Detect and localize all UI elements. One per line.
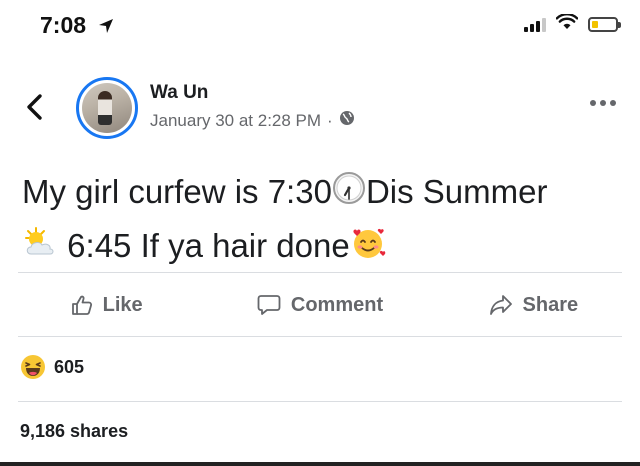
globe-icon	[339, 110, 355, 131]
more-dot	[600, 100, 606, 106]
divider	[18, 401, 622, 402]
post-text-part: Dis Summer	[365, 173, 548, 210]
share-label: Share	[522, 293, 579, 316]
avatar[interactable]	[76, 77, 138, 139]
status-time: 7:08	[40, 12, 114, 40]
location-arrow-icon	[98, 13, 114, 40]
more-dot	[590, 100, 596, 106]
like-button[interactable]: Like	[0, 282, 213, 328]
post-actions: Like Comment Share	[0, 282, 640, 328]
reaction-count: 605	[54, 356, 85, 377]
sun-behind-cloud-emoji	[22, 223, 58, 275]
thumbs-up-icon	[71, 295, 92, 315]
comment-button[interactable]: Comment	[213, 282, 426, 328]
meta-separator: ·	[327, 110, 333, 130]
signal-bars-icon	[524, 17, 546, 32]
share-arrow-icon	[489, 295, 512, 315]
laughing-reaction-icon	[21, 355, 45, 379]
comment-label: Comment	[290, 293, 384, 316]
back-button[interactable]	[22, 92, 50, 122]
like-label: Like	[102, 293, 143, 316]
status-time-text: 7:08	[40, 12, 87, 38]
smiling-face-with-hearts-emoji	[350, 223, 386, 275]
clock-730-emoji	[332, 168, 366, 220]
post-text: My girl curfew is 7:30 Dis Summer 6:45 I…	[22, 166, 622, 275]
more-dot	[610, 100, 616, 106]
divider	[18, 272, 622, 273]
divider	[18, 336, 622, 337]
reactions-summary[interactable]: 605	[20, 354, 84, 380]
chevron-left-icon	[27, 94, 42, 120]
bottom-edge	[0, 462, 640, 466]
wifi-icon	[555, 13, 579, 35]
comment-bubble-icon	[257, 295, 281, 315]
post-text-part: My girl curfew is 7:30	[22, 173, 332, 210]
post-text-part: 6:45 If ya hair done	[67, 227, 350, 265]
share-count[interactable]: 9,186 shares	[20, 421, 128, 442]
battery-icon	[588, 17, 621, 32]
author-name[interactable]: Wa Un	[150, 82, 208, 104]
more-options-button[interactable]	[590, 100, 616, 106]
status-icons	[524, 13, 621, 35]
post-meta: January 30 at 2:28 PM ·	[150, 110, 355, 131]
post-date[interactable]: January 30 at 2:28 PM	[150, 111, 321, 131]
share-button[interactable]: Share	[427, 282, 640, 328]
